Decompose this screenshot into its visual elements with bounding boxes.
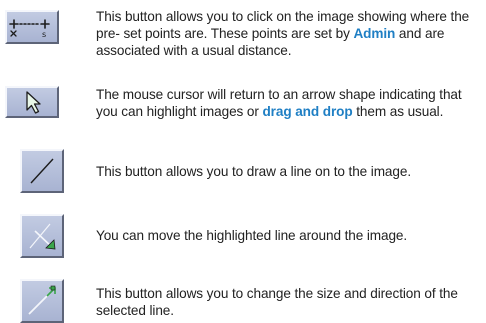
resize-line-icon: [28, 285, 56, 315]
move-line-icon: [29, 223, 56, 250]
svg-text:s: s: [42, 30, 46, 39]
preset-points-description: This button allows you to click on the i…: [96, 8, 486, 59]
admin-highlight: Admin: [353, 26, 396, 41]
desc-text: You can move the highlighted line around…: [96, 228, 408, 243]
desc-text: This button allows you to draw a line on…: [96, 164, 411, 179]
resize-line-description: This button allows you to change the siz…: [96, 285, 486, 319]
desc-text: This button allows you to change the siz…: [96, 286, 458, 318]
preset-points-button[interactable]: s: [5, 10, 59, 44]
move-line-description: You can move the highlighted line around…: [96, 227, 486, 244]
arrow-cursor-button[interactable]: [5, 86, 59, 118]
draw-line-icon: [30, 158, 54, 184]
move-line-button[interactable]: [20, 214, 64, 258]
draw-line-description: This button allows you to draw a line on…: [96, 163, 486, 180]
arrow-cursor-description: The mouse cursor will return to an arrow…: [96, 86, 486, 120]
drag-and-drop-highlight: drag and drop: [262, 104, 353, 119]
resize-line-button[interactable]: [20, 279, 64, 323]
preset-points-icon: s: [9, 19, 50, 39]
draw-line-button[interactable]: [20, 149, 64, 193]
arrow-cursor-icon: [26, 91, 41, 114]
desc-text: them as usual.: [352, 104, 444, 119]
